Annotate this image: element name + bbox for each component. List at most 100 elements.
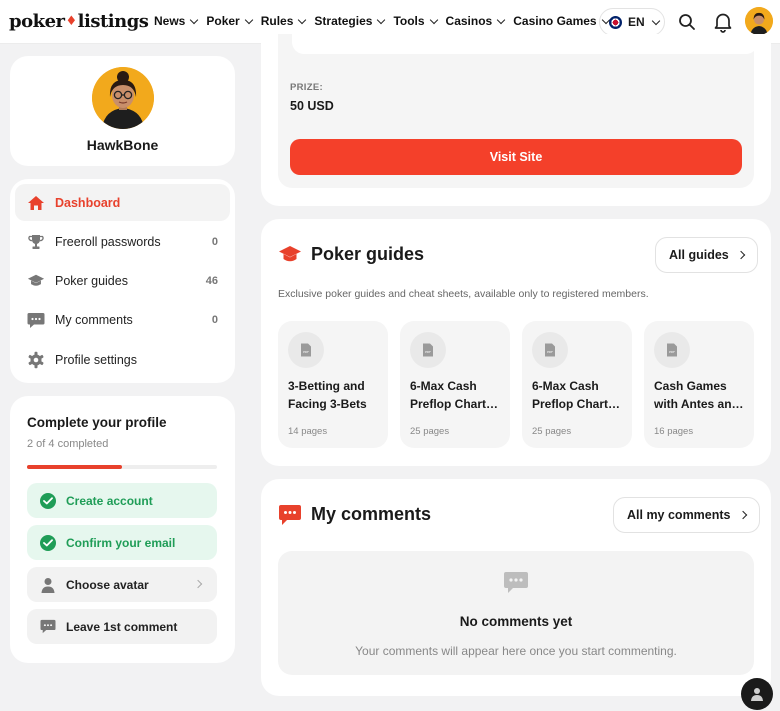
chevron-down-icon: [651, 16, 660, 25]
guide-title: 6-Max Cash Preflop Chart…: [410, 377, 504, 413]
search-button[interactable]: [677, 12, 697, 32]
chevron-down-icon: [298, 15, 307, 24]
complete-profile-subtitle: 2 of 4 completed: [27, 438, 109, 450]
chevron-right-icon: [193, 579, 203, 589]
task-label: Create account: [66, 493, 153, 508]
empty-state-subtitle: Your comments will appear here once you …: [355, 644, 677, 658]
nav-casinos[interactable]: Casinos: [445, 14, 506, 28]
chevron-down-icon: [244, 15, 253, 24]
site-logo[interactable]: poker ♦ listings: [9, 11, 149, 32]
menu-item-label: My comments: [55, 313, 133, 328]
home-icon: [27, 194, 45, 212]
trophy-icon: [27, 233, 45, 251]
avatar: [92, 67, 154, 129]
button-label: All my comments: [627, 508, 731, 522]
guide-title-line: 6-Max Cash: [410, 379, 477, 393]
svg-text:PDF: PDF: [425, 350, 431, 354]
menu-item-freeroll-passwords[interactable]: Freeroll passwords 0: [15, 223, 230, 260]
logo-text-left: poker: [9, 11, 65, 32]
gear-icon: [27, 351, 45, 369]
notifications-button[interactable]: [713, 11, 733, 33]
task-confirm-email[interactable]: Confirm your email: [27, 525, 217, 560]
all-my-comments-button[interactable]: All my comments: [613, 497, 760, 533]
prize-label: PRIZE:: [290, 82, 323, 93]
profile-avatar[interactable]: [92, 67, 154, 129]
button-label: All guides: [669, 248, 729, 262]
nav-tools[interactable]: Tools: [393, 14, 438, 28]
nav-label: Casino Games: [513, 14, 597, 28]
chevron-right-icon: [738, 510, 747, 520]
graduation-cap-icon: [27, 272, 45, 290]
menu-item-count: 0: [211, 314, 218, 327]
profile-progress-fill: [27, 465, 122, 469]
language-label: EN: [628, 15, 645, 29]
guide-title-line: Preflop Chart…: [532, 397, 621, 411]
section-description: Exclusive poker guides and cheat sheets,…: [278, 288, 649, 300]
nav-rules[interactable]: Rules: [261, 14, 307, 28]
menu-item-count: 0: [211, 235, 218, 248]
freeroll-prize-card: PRIZE: 50 USD Visit Site: [261, 34, 771, 206]
visit-site-button[interactable]: Visit Site: [290, 139, 742, 175]
task-create-account[interactable]: Create account: [27, 483, 217, 518]
user-icon: [40, 577, 56, 593]
menu-item-profile-settings[interactable]: Profile settings: [15, 341, 230, 378]
comment-icon: [279, 505, 301, 525]
profile-card: HawkBone: [10, 56, 235, 166]
section-title: Poker guides: [311, 244, 425, 264]
guide-card[interactable]: PDF 6-Max Cash Preflop Chart… 25 pages: [400, 321, 510, 448]
nav-news[interactable]: News: [154, 14, 199, 28]
task-label: Choose avatar: [66, 577, 149, 592]
guide-pages: 25 pages: [532, 426, 572, 437]
task-leave-first-comment[interactable]: Leave 1st comment: [27, 609, 217, 644]
all-guides-button[interactable]: All guides: [655, 237, 758, 273]
spade-icon: ♦: [65, 14, 78, 29]
guide-card[interactable]: PDF 6-Max Cash Preflop Chart… 25 pages: [522, 321, 632, 448]
floating-assistant-button[interactable]: [741, 678, 773, 710]
guide-title-line: Preflop Chart…: [410, 397, 499, 411]
language-selector[interactable]: EN: [599, 8, 665, 36]
prize-panel: PRIZE: 50 USD Visit Site: [278, 34, 758, 188]
graduation-cap-icon: [279, 246, 301, 262]
guide-card[interactable]: PDF Cash Games with Antes an… 16 pages: [644, 321, 754, 448]
my-comments-card: My comments All my comments No comments …: [261, 479, 771, 696]
guide-card[interactable]: PDF 3-Betting and Facing 3-Bets 14 pages: [278, 321, 388, 448]
main-nav: News Poker Rules Strategies Tools Casino…: [154, 14, 618, 28]
dashboard-menu: Dashboard Freeroll passwords 0 Poker gui…: [10, 179, 235, 383]
task-label: Confirm your email: [66, 535, 176, 550]
nav-label: Poker: [206, 14, 240, 28]
comment-icon: [504, 572, 528, 593]
bell-icon: [714, 13, 732, 33]
nav-label: Strategies: [314, 14, 373, 28]
pdf-file-icon: PDF: [654, 332, 690, 368]
nav-label: Casinos: [445, 14, 493, 28]
menu-item-poker-guides[interactable]: Poker guides 46: [15, 263, 230, 300]
menu-item-label: Poker guides: [55, 274, 128, 289]
guide-title-line: 3-Betting and: [288, 379, 365, 393]
comment-icon: [27, 311, 45, 329]
guide-title: Cash Games with Antes an…: [654, 377, 748, 413]
user-avatar-button[interactable]: [745, 7, 773, 35]
nav-label: Tools: [393, 14, 425, 28]
complete-profile-title: Complete your profile: [27, 415, 167, 430]
nav-poker[interactable]: Poker: [206, 14, 253, 28]
chevron-down-icon: [429, 15, 438, 24]
prize-panel-divider: [292, 34, 758, 54]
guide-title-line: Facing 3-Bets: [288, 397, 367, 411]
logo-text-right: listings: [77, 11, 149, 32]
user-icon: [751, 688, 763, 701]
nav-strategies[interactable]: Strategies: [314, 14, 386, 28]
menu-item-my-comments[interactable]: My comments 0: [15, 302, 230, 339]
poker-guides-card: Poker guides All guides Exclusive poker …: [261, 219, 771, 466]
task-choose-avatar[interactable]: Choose avatar: [27, 567, 217, 602]
complete-profile-card: Complete your profile 2 of 4 completed C…: [10, 396, 235, 663]
menu-item-dashboard[interactable]: Dashboard: [15, 184, 230, 221]
comment-icon: [40, 619, 56, 634]
nav-casino-games[interactable]: Casino Games: [513, 14, 610, 28]
guide-title-line: with Antes an…: [654, 397, 744, 411]
pdf-file-icon: PDF: [288, 332, 324, 368]
check-circle-icon: [40, 534, 56, 551]
menu-item-label: Profile settings: [55, 352, 137, 367]
chevron-down-icon: [377, 15, 386, 24]
profile-username: HawkBone: [86, 137, 159, 153]
search-icon: [679, 14, 695, 30]
